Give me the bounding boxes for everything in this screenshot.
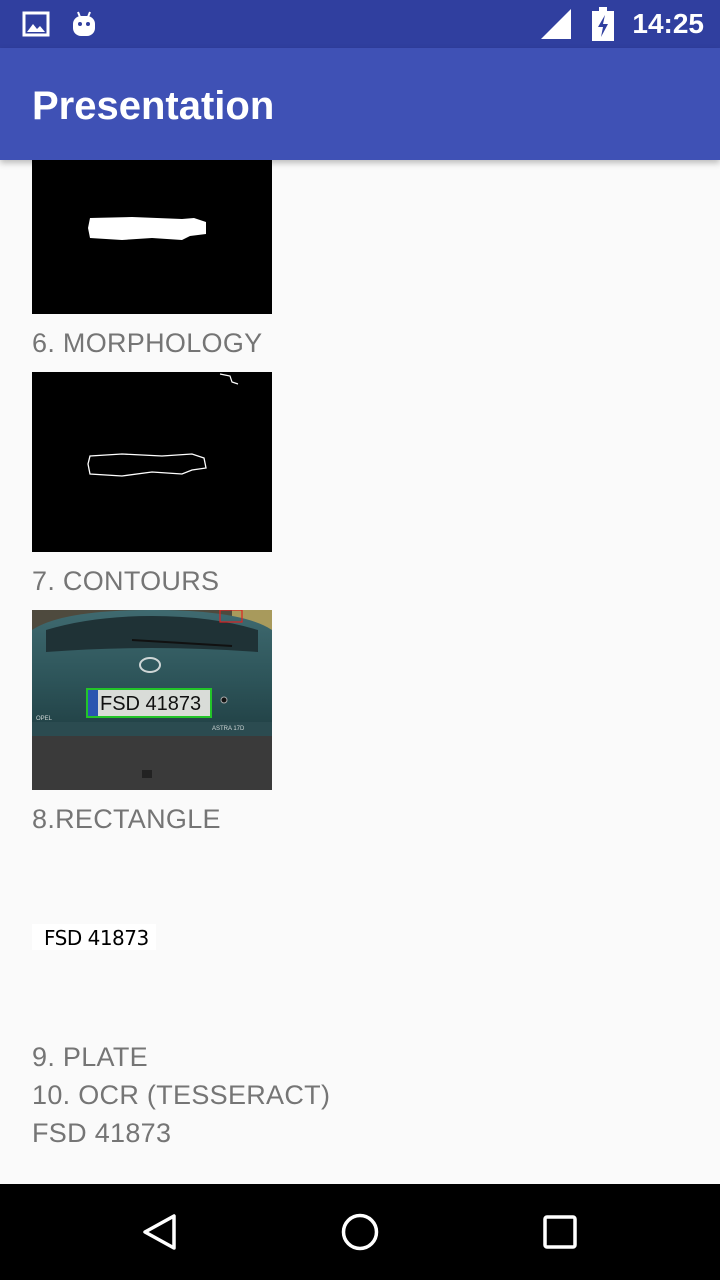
home-button[interactable]	[300, 1184, 420, 1280]
step-contours-label: 7. CONTOURS	[32, 566, 220, 596]
app-bar: Presentation	[0, 48, 720, 160]
contours-image	[32, 372, 272, 552]
navigation-bar	[0, 1184, 720, 1280]
step-ocr-label: 10. OCR (TESSERACT)	[32, 1080, 331, 1110]
step-rectangle-label: 8.RECTANGLE	[32, 804, 221, 834]
step-plate-label: 9. PLATE	[32, 1042, 148, 1072]
rectangle-image: FSD 41873 ASTRA 17D OPEL	[32, 610, 272, 790]
home-icon	[341, 1213, 379, 1251]
plate-image: FSD 41873	[32, 924, 156, 950]
image-notification-icon	[22, 0, 50, 48]
recents-button[interactable]	[500, 1184, 620, 1280]
svg-text:OPEL: OPEL	[36, 716, 53, 722]
status-bar: 14:25	[0, 0, 720, 48]
morphology-image	[32, 160, 272, 314]
ocr-result-text: FSD 41873	[32, 1118, 172, 1148]
android-debug-icon	[70, 0, 98, 48]
step-morphology-label: 6. MORPHOLOGY	[32, 328, 263, 358]
app-title: Presentation	[32, 84, 275, 128]
battery-charging-icon	[592, 0, 614, 48]
svg-text:FSD 41873: FSD 41873	[100, 693, 201, 715]
back-button[interactable]	[100, 1184, 220, 1280]
plate-image-text: FSD 41873	[44, 926, 149, 950]
recents-icon	[543, 1215, 577, 1249]
svg-text:ASTRA 17D: ASTRA 17D	[212, 726, 245, 732]
clock: 14:25	[632, 8, 704, 39]
signal-icon	[540, 0, 572, 48]
back-icon	[143, 1214, 176, 1250]
content-scroll[interactable]: 6. MORPHOLOGY 7. CONTOURS FSD 41873 ASTR…	[0, 160, 720, 1184]
